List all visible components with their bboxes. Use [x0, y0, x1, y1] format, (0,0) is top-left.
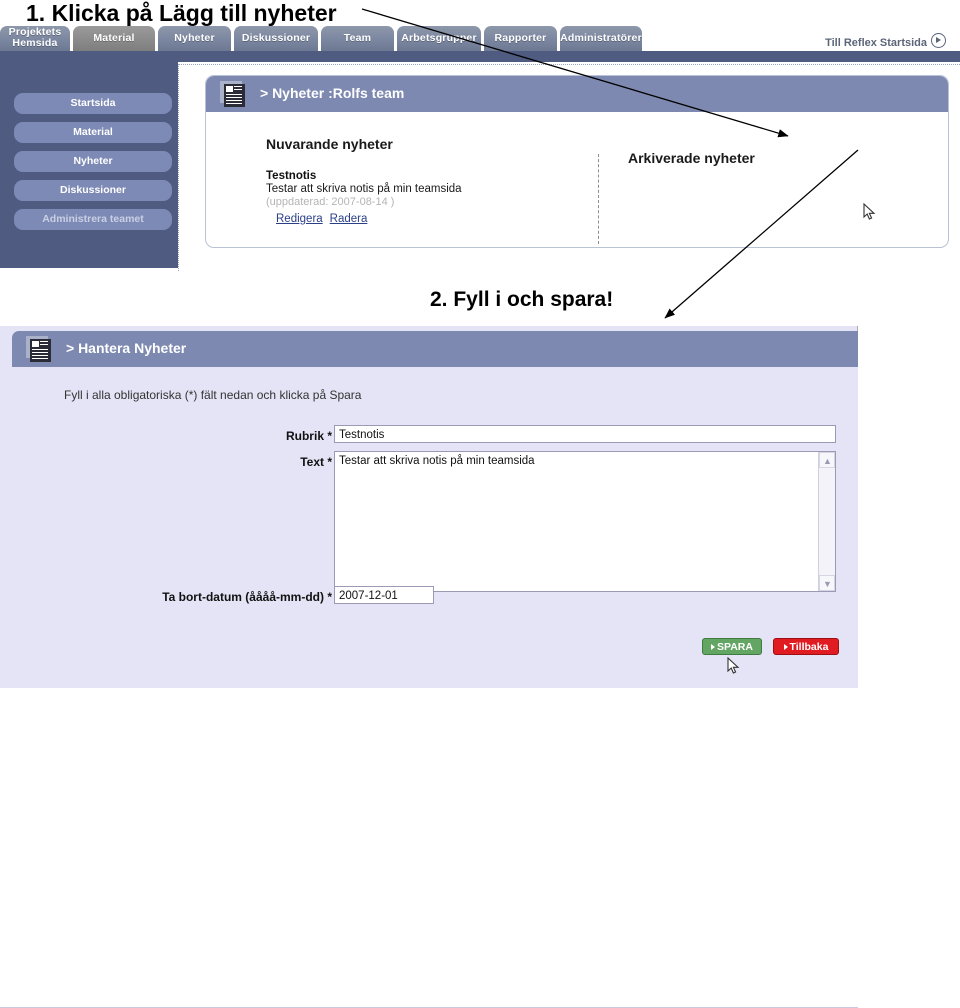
news-item-body: Testar att skriva notis på min teamsida: [266, 183, 462, 195]
form-panel-header: > Hantera Nyheter: [12, 331, 858, 367]
nav-tab-label: Material: [93, 32, 135, 44]
form-panel-title: > Hantera Nyheter: [66, 340, 187, 356]
sidebar-item-startsida[interactable]: Startsida: [14, 93, 172, 114]
sidebar-item-label: Diskussioner: [60, 184, 126, 196]
form-instruction: Fyll i alla obligatoriska (*) fält nedan…: [64, 388, 362, 402]
nav-tab-label: Nyheter: [174, 32, 215, 44]
sidebar-item-label: Administrera teamet: [42, 213, 144, 225]
nav-tab-projektets-hemsida[interactable]: Projektets Hemsida: [0, 26, 70, 51]
annotation-step-2: 2. Fyll i och spara!: [430, 288, 614, 311]
nav-tab-label: Projektets Hemsida: [8, 26, 62, 49]
scroll-up-icon[interactable]: ▲: [819, 452, 835, 468]
screenshot-manage-news-form: > Hantera Nyheter Fyll i alla obligatori…: [0, 326, 858, 1008]
sidebar-item-diskussioner[interactable]: Diskussioner: [14, 180, 172, 201]
sidebar-item-label: Startsida: [70, 97, 116, 109]
sidebar-item-nyheter[interactable]: Nyheter: [14, 151, 172, 172]
nav-tab-material[interactable]: Material: [73, 26, 155, 51]
nav-tab-rapporter[interactable]: Rapporter: [484, 26, 557, 51]
nav-tab-arbetsgrupper[interactable]: Arbetsgrupper: [397, 26, 481, 51]
nav-tab-team[interactable]: Team: [321, 26, 394, 51]
save-button[interactable]: SPARA: [702, 638, 762, 655]
rubrik-label: Rubrik *: [285, 429, 332, 443]
ta-bort-datum-input[interactable]: 2007-12-01: [334, 586, 434, 604]
sidebar-item-label: Nyheter: [73, 155, 113, 167]
save-button-label: SPARA: [717, 641, 753, 653]
column-divider: [598, 154, 599, 244]
edit-link[interactable]: Redigera: [276, 213, 323, 225]
sidebar-item-material[interactable]: Material: [14, 122, 172, 143]
rubrik-input[interactable]: Testnotis: [334, 425, 836, 443]
nav-tab-label: Diskussioner: [241, 32, 311, 44]
news-panel: > Nyheter :Rolfs team Nuvarande nyheter …: [205, 75, 949, 248]
content-area: > Nyheter :Rolfs team Nuvarande nyheter …: [178, 64, 960, 271]
form-body: Fyll i alla obligatoriska (*) fält nedan…: [12, 367, 858, 688]
nav-tab-label: Administratörer: [560, 32, 642, 44]
screenshot-news-list: Projektets Hemsida Material Nyheter Disk…: [0, 26, 960, 271]
news-item-actions: Redigera Radera: [266, 209, 596, 227]
news-item-updated: (uppdaterad: 2007-08-14 ): [266, 196, 395, 208]
document-list-icon: [26, 336, 52, 362]
text-textarea-value: Testar att skriva notis på min teamsida: [339, 455, 535, 467]
scroll-down-icon[interactable]: ▼: [819, 575, 835, 591]
reflex-start-link[interactable]: Till Reflex Startsida: [825, 31, 946, 49]
delete-link[interactable]: Radera: [330, 213, 368, 225]
nav-tab-label: Rapporter: [494, 32, 547, 44]
ta-bort-datum-label: Ta bort-datum (åååå-mm-dd) *: [162, 590, 332, 604]
news-list-item: Testnotis Testar att skriva notis på min…: [266, 170, 596, 227]
current-news-heading: Nuvarande nyheter: [266, 136, 393, 152]
play-arrow-icon: [931, 33, 946, 48]
textarea-scrollbar[interactable]: ▲ ▼: [818, 452, 835, 591]
archived-news-heading: Arkiverade nyheter: [628, 150, 755, 166]
sidebar: Startsida Material Nyheter Diskussioner …: [0, 62, 178, 268]
document-list-icon: [220, 81, 246, 107]
nav-tab-administratorer[interactable]: Administratörer: [560, 26, 642, 51]
mouse-cursor-lower: [727, 657, 740, 675]
back-button[interactable]: Tillbaka: [773, 638, 839, 655]
triangle-icon: [783, 644, 788, 650]
mouse-cursor-upper: [863, 203, 876, 221]
sidebar-item-label: Material: [73, 126, 113, 138]
sidebar-item-administrera-teamet[interactable]: Administrera teamet: [14, 209, 172, 230]
text-textarea[interactable]: Testar att skriva notis på min teamsida …: [334, 451, 836, 592]
annotation-step-1: 1. Klicka på Lägg till nyheter: [26, 0, 337, 26]
page-root: 1. Klicka på Lägg till nyheter Projektet…: [0, 0, 960, 1008]
top-nav-bar: Projektets Hemsida Material Nyheter Disk…: [0, 26, 960, 51]
back-button-label: Tillbaka: [789, 641, 829, 653]
news-item-title: Testnotis: [266, 170, 317, 182]
text-label: Text *: [300, 455, 332, 469]
nav-tab-diskussioner[interactable]: Diskussioner: [234, 26, 318, 51]
nav-underline-bar: [0, 51, 960, 62]
news-panel-header: > Nyheter :Rolfs team: [206, 76, 948, 112]
nav-tab-label: Arbetsgrupper: [401, 32, 477, 44]
news-panel-title: > Nyheter :Rolfs team: [260, 85, 405, 101]
nav-tab-nyheter[interactable]: Nyheter: [158, 26, 231, 51]
triangle-icon: [711, 644, 715, 650]
reflex-start-label: Till Reflex Startsida: [825, 37, 927, 49]
nav-tab-label: Team: [343, 32, 372, 44]
